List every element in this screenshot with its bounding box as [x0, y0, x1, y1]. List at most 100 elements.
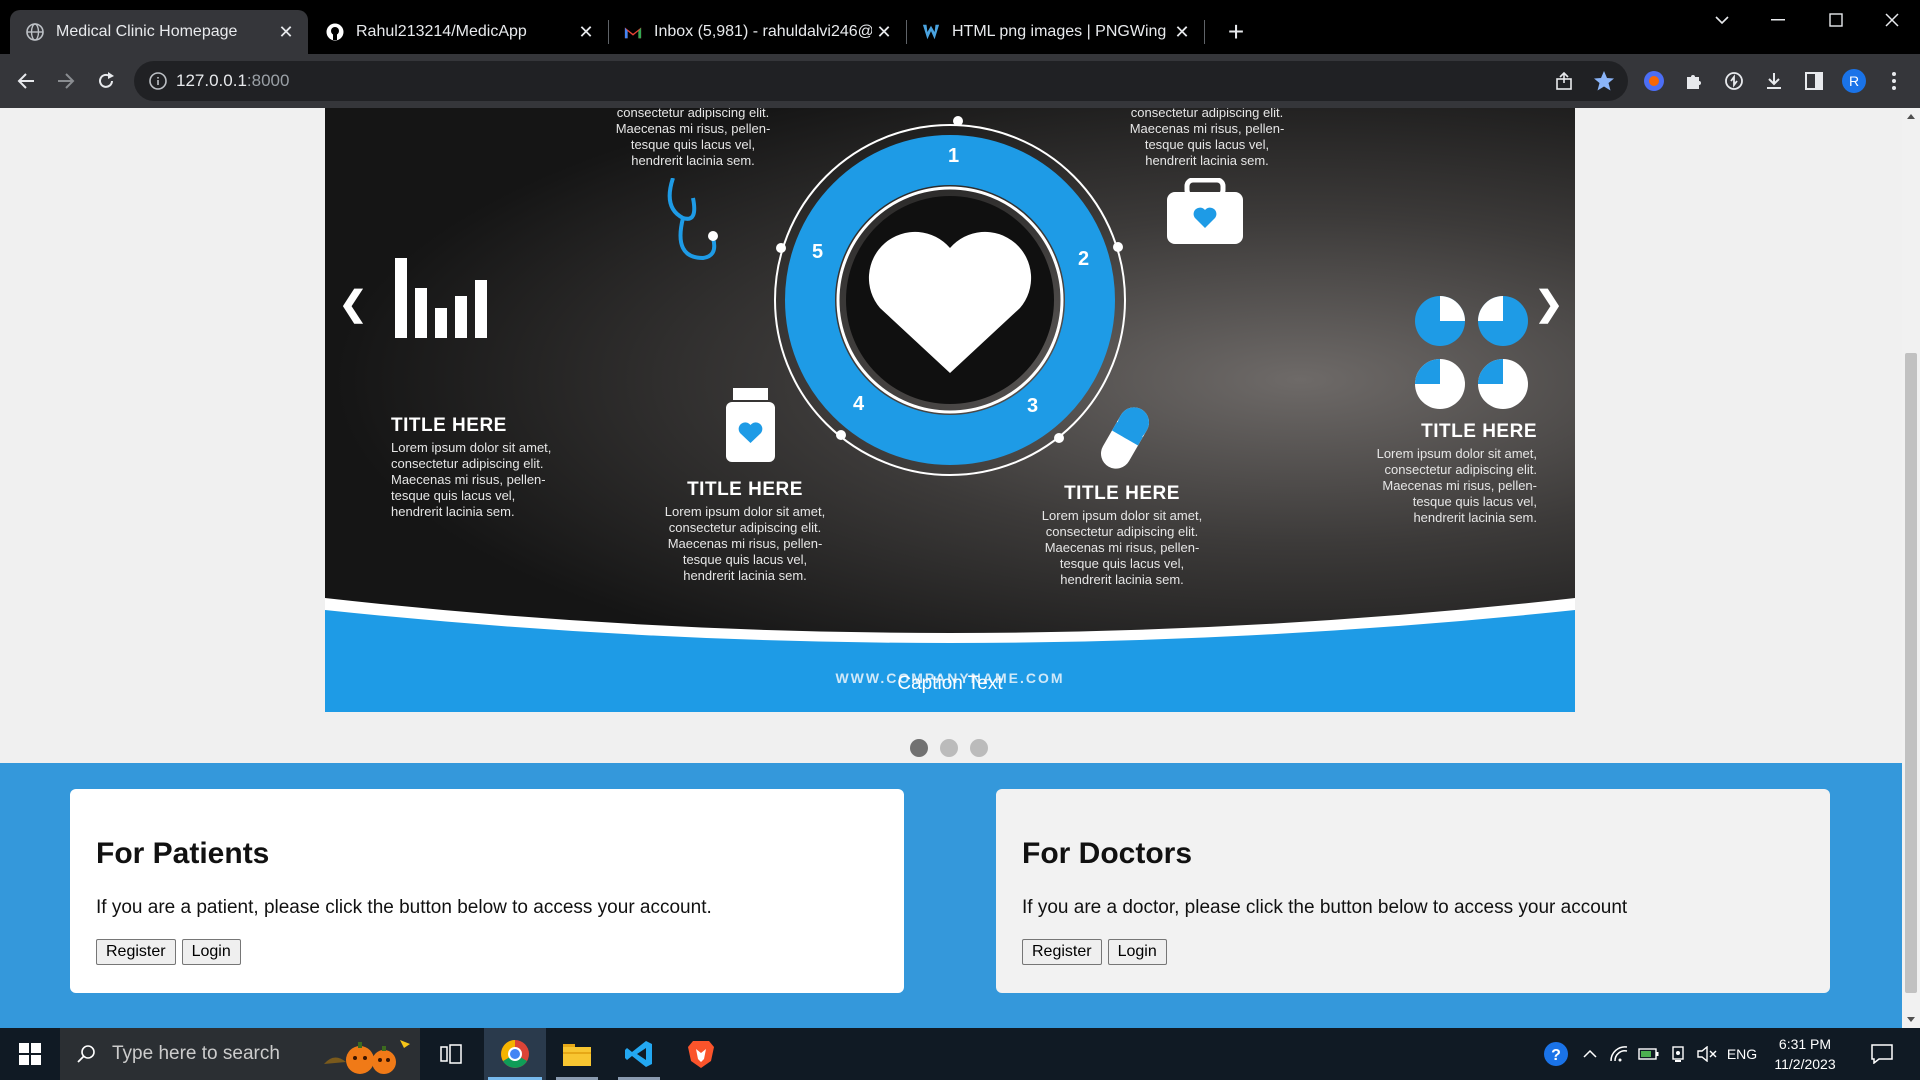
back-arrow-icon[interactable] [10, 65, 42, 97]
notifications-button[interactable] [1862, 1028, 1902, 1080]
help-icon[interactable]: ? [1538, 1028, 1574, 1080]
windows-logo-icon [19, 1043, 41, 1065]
profile-avatar[interactable]: R [1838, 65, 1870, 97]
tab-title: HTML png images | PNGWing [952, 23, 1167, 40]
extension-shield-icon[interactable] [1638, 65, 1670, 97]
stethoscope-icon [667, 178, 718, 261]
browser-toolbar: 127.0.0.1:8000 R [0, 54, 1920, 108]
bookmark-star-icon[interactable] [1588, 65, 1620, 97]
system-clock[interactable]: 6:31 PM 11/2/2023 [1760, 1034, 1850, 1074]
show-hidden-icons-chevron-icon[interactable] [1578, 1028, 1602, 1080]
slideshow: 1 2 3 4 5 consectetur adipiscing elit. M… [325, 108, 1575, 712]
notification-icon [1871, 1044, 1893, 1064]
close-window-button[interactable] [1864, 0, 1920, 40]
patients-card-text: If you are a patient, please click the b… [96, 897, 712, 918]
folder-icon [563, 1044, 591, 1066]
forward-arrow-icon[interactable] [50, 65, 82, 97]
taskbar-vscode-button[interactable] [608, 1028, 670, 1080]
input-language-indicator[interactable]: ENG [1722, 1028, 1762, 1080]
share-icon[interactable] [1548, 65, 1580, 97]
url-text: 127.0.0.1:8000 [176, 71, 290, 90]
step-5-label: 5 [812, 241, 824, 263]
medicine-bottle-icon [726, 388, 775, 462]
maximize-button[interactable] [1808, 0, 1864, 40]
vscode-icon [625, 1041, 652, 1067]
info-block-top-right: consectetur adipiscing elit. Maecenas mi… [1129, 108, 1285, 168]
sync-extension-icon[interactable] [1718, 65, 1750, 97]
site-info-icon[interactable] [148, 71, 168, 91]
patient-register-button[interactable]: Register [96, 939, 176, 965]
slide-dot-1[interactable] [910, 739, 928, 757]
page-scrollbar[interactable] [1902, 108, 1920, 1028]
task-view-button[interactable] [426, 1028, 476, 1080]
doctors-card-title: For Doctors [1022, 837, 1193, 870]
windows-start-button[interactable] [0, 1028, 60, 1080]
patient-login-button[interactable]: Login [181, 939, 241, 965]
close-tab-icon[interactable]: ✕ [574, 20, 598, 44]
close-tab-icon[interactable]: ✕ [1170, 20, 1194, 44]
browser-menu-icon[interactable] [1878, 65, 1910, 97]
new-tab-button[interactable]: + [1220, 16, 1252, 48]
scroll-down-arrow-icon[interactable] [1907, 1017, 1915, 1022]
taskbar-search-box[interactable]: Type here to search [60, 1028, 420, 1080]
minimize-button[interactable] [1750, 0, 1806, 40]
pill-capsule-icon [1101, 407, 1149, 469]
scroll-up-arrow-icon[interactable] [1907, 114, 1915, 119]
search-icon [77, 1045, 95, 1063]
side-panel-icon[interactable] [1798, 65, 1830, 97]
info-block-center-right: TITLE HERE Lorem ipsum dolor sit amet, c… [1041, 483, 1203, 587]
gmail-icon [624, 23, 642, 41]
address-bar[interactable]: 127.0.0.1:8000 [134, 61, 1628, 101]
clock-date: 11/2/2023 [1774, 1056, 1836, 1072]
bar-chart-icon [395, 258, 487, 338]
brave-lion-icon [688, 1041, 714, 1068]
tab-pngwing[interactable]: HTML png images | PNGWing ✕ [906, 10, 1204, 54]
patients-card-title: For Patients [96, 837, 270, 870]
meet-now-icon[interactable] [1666, 1028, 1692, 1080]
previous-slide-button[interactable]: ❮ [333, 284, 373, 324]
doctor-register-button[interactable]: Register [1022, 939, 1102, 965]
reload-icon[interactable] [90, 65, 122, 97]
volume-muted-icon[interactable] [1694, 1028, 1720, 1080]
patients-card-buttons: Register Login [96, 939, 241, 965]
access-section: For Patients If you are a patient, pleas… [0, 763, 1902, 1028]
doctor-login-button[interactable]: Login [1107, 939, 1167, 965]
github-icon [326, 23, 344, 41]
info-block-top-left: consectetur adipiscing elit. Maecenas mi… [615, 108, 771, 168]
tab-medical-clinic-homepage[interactable]: Medical Clinic Homepage ✕ [10, 10, 308, 54]
battery-icon[interactable] [1636, 1028, 1662, 1080]
tab-github-medicapp[interactable]: Rahul213214/MedicApp ✕ [310, 10, 608, 54]
network-icon[interactable] [1606, 1028, 1632, 1080]
tab-gmail-inbox[interactable]: Inbox (5,981) - rahuldalvi246@g ✕ [608, 10, 906, 54]
info-block-center-left: TITLE HERE Lorem ipsum dolor sit amet, c… [664, 479, 826, 583]
chrome-icon [501, 1040, 529, 1068]
extensions-puzzle-icon[interactable] [1678, 65, 1710, 97]
download-icon[interactable] [1758, 65, 1790, 97]
slide-dot-2[interactable] [940, 739, 958, 757]
info-block-right: TITLE HERE Lorem ipsum dolor sit amet, c… [1376, 421, 1537, 525]
heart-cycle-graphic [774, 116, 1126, 476]
doctors-card-text: If you are a doctor, please click the bu… [1022, 897, 1628, 918]
patients-card: For Patients If you are a patient, pleas… [70, 789, 904, 993]
doctors-card: For Doctors If you are a doctor, please … [996, 789, 1830, 993]
taskbar-brave-button[interactable] [670, 1028, 732, 1080]
tab-search-chevron-icon[interactable] [1694, 0, 1750, 40]
close-tab-icon[interactable]: ✕ [872, 20, 896, 44]
halloween-pumpkins-icon [324, 1040, 410, 1074]
scrollbar-thumb[interactable] [1905, 353, 1917, 993]
profile-initial: R [1848, 73, 1860, 89]
slide-caption: Caption Text [897, 673, 1003, 694]
browser-tab-strip: Medical Clinic Homepage ✕ Rahul213214/Me… [0, 0, 1920, 54]
tab-title: Medical Clinic Homepage [56, 23, 238, 40]
tab-title: Inbox (5,981) - rahuldalvi246@g [654, 23, 872, 40]
taskbar-chrome-button[interactable] [484, 1028, 546, 1080]
info-block-left: TITLE HERE Lorem ipsum dolor sit amet, c… [391, 415, 552, 519]
taskbar-file-explorer-button[interactable] [546, 1028, 608, 1080]
next-slide-button[interactable]: ❯ [1529, 284, 1569, 324]
language-text: ENG [1726, 1046, 1758, 1062]
slide-dot-3[interactable] [970, 739, 988, 757]
step-2-label: 2 [1078, 248, 1090, 270]
close-tab-icon[interactable]: ✕ [274, 20, 298, 44]
slide-indicator-dots [910, 739, 988, 757]
doctors-card-buttons: Register Login [1022, 939, 1167, 965]
